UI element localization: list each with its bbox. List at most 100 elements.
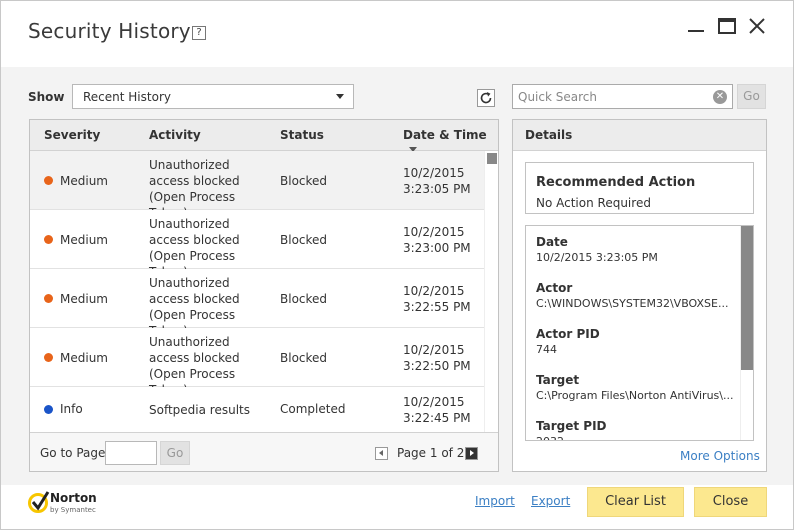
chevron-down-icon <box>336 94 344 99</box>
content-area: Show Recent History Severity Activity St… <box>1 67 793 485</box>
close-icon <box>749 18 765 34</box>
pagination-bar: Go to Page: Go Page 1 of 2 <box>30 432 498 471</box>
security-history-window: Security History ? Show Recent History S… <box>0 0 794 530</box>
datetime-cell: 10/2/2015 3:22:50 PM <box>403 342 471 374</box>
severity-cell: Medium <box>60 233 108 247</box>
details-scrollbar[interactable] <box>740 226 753 440</box>
severity-cell: Medium <box>60 292 108 306</box>
severity-cell: Medium <box>60 174 108 188</box>
show-label: Show <box>28 90 65 104</box>
table-header: Severity Activity Status Date & Time <box>30 120 498 152</box>
severity-medium-icon <box>44 235 53 244</box>
quick-search-box: ✕ <box>512 84 733 109</box>
refresh-button[interactable] <box>477 89 495 107</box>
refresh-icon <box>480 92 492 104</box>
list-scrollbar[interactable] <box>484 151 498 432</box>
datetime-cell: 10/2/2015 3:22:55 PM <box>403 283 471 315</box>
title-bar: Security History ? <box>1 1 793 67</box>
close-button[interactable]: Close <box>694 487 767 517</box>
history-filter-value: Recent History <box>83 90 171 104</box>
column-header-severity[interactable]: Severity <box>44 128 100 142</box>
field-value-target-pid: 2032 <box>536 435 564 440</box>
column-header-status[interactable]: Status <box>280 128 324 142</box>
status-cell: Completed <box>280 402 346 416</box>
date-text: 10/2/2015 <box>403 395 465 409</box>
norton-checkmark-icon <box>28 491 50 513</box>
table-body: Medium Unauthorized access blocked (Open… <box>30 151 484 432</box>
table-row[interactable]: Medium Unauthorized access blocked (Open… <box>30 151 484 220</box>
time-text: 3:22:45 PM <box>403 411 471 425</box>
time-text: 3:22:55 PM <box>403 300 471 314</box>
column-header-activity[interactable]: Activity <box>149 128 201 142</box>
table-row[interactable]: Medium Unauthorized access blocked (Open… <box>30 328 484 397</box>
norton-logo: Norton by Symantec <box>28 488 108 518</box>
field-label-date: Date <box>536 235 568 249</box>
date-text: 10/2/2015 <box>403 284 465 298</box>
brand-subtitle: by Symantec <box>50 506 96 514</box>
history-filter-dropdown[interactable]: Recent History <box>72 84 354 109</box>
table-row[interactable]: Medium Unauthorized access blocked (Open… <box>30 269 484 338</box>
field-label-target: Target <box>536 373 580 387</box>
export-link[interactable]: Export <box>531 494 570 508</box>
clear-search-icon[interactable]: ✕ <box>713 90 727 104</box>
date-text: 10/2/2015 <box>403 225 465 239</box>
time-text: 3:23:05 PM <box>403 182 471 196</box>
goto-page-input[interactable] <box>105 441 157 465</box>
recommended-action-box: Recommended Action No Action Required <box>525 162 754 214</box>
details-scrollbar-thumb[interactable] <box>741 226 753 370</box>
severity-cell: Info <box>60 402 83 416</box>
footer: Norton by Symantec Import Export Clear L… <box>1 485 793 529</box>
page-indicator: Page 1 of 2 <box>397 446 465 460</box>
field-value-date: 10/2/2015 3:23:05 PM <box>536 251 658 264</box>
table-row[interactable]: Info Softpedia results Completed 10/2/20… <box>30 387 484 432</box>
maximize-button[interactable] <box>715 14 739 38</box>
clear-list-button[interactable]: Clear List <box>587 487 684 517</box>
details-panel: Details Recommended Action No Action Req… <box>512 119 767 472</box>
field-value-target: C:\Program Files\Norton AntiVirus\... <box>536 389 734 402</box>
next-page-button[interactable] <box>465 447 478 460</box>
recommended-action-title: Recommended Action <box>536 175 696 190</box>
severity-medium-icon <box>44 176 53 185</box>
import-link[interactable]: Import <box>475 494 515 508</box>
close-window-button[interactable] <box>745 14 769 38</box>
goto-page-go-button[interactable]: Go <box>160 441 190 465</box>
severity-info-icon <box>44 405 53 414</box>
severity-medium-icon <box>44 294 53 303</box>
field-label-actor-pid: Actor PID <box>536 327 600 341</box>
details-fields-box: Date 10/2/2015 3:23:05 PM Actor C:\WINDO… <box>525 225 754 441</box>
field-value-actor: C:\WINDOWS\SYSTEM32\VBOXSE... <box>536 297 729 310</box>
list-scrollbar-thumb[interactable] <box>487 153 497 164</box>
quick-search-input[interactable] <box>518 88 708 105</box>
status-cell: Blocked <box>280 292 328 306</box>
minimize-icon <box>688 30 704 32</box>
datetime-cell: 10/2/2015 3:23:05 PM <box>403 165 471 197</box>
severity-cell: Medium <box>60 351 108 365</box>
datetime-cell: 10/2/2015 3:22:45 PM <box>403 394 471 426</box>
time-text: 3:23:00 PM <box>403 241 471 255</box>
details-title: Details <box>525 128 573 142</box>
details-header: Details <box>513 120 766 151</box>
minimize-button[interactable] <box>684 14 708 38</box>
field-value-actor-pid: 744 <box>536 343 557 356</box>
field-label-actor: Actor <box>536 281 573 295</box>
previous-page-button[interactable] <box>375 447 388 460</box>
more-options-link[interactable]: More Options <box>680 449 760 463</box>
table-row[interactable]: Medium Unauthorized access blocked (Open… <box>30 210 484 279</box>
maximize-icon <box>718 18 736 34</box>
history-list-panel: Severity Activity Status Date & Time Med… <box>29 119 499 472</box>
status-cell: Blocked <box>280 351 328 365</box>
time-text: 3:22:50 PM <box>403 359 471 373</box>
window-title: Security History <box>28 19 191 43</box>
datetime-cell: 10/2/2015 3:23:00 PM <box>403 224 471 256</box>
date-text: 10/2/2015 <box>403 166 465 180</box>
search-go-button[interactable]: Go <box>737 84 766 109</box>
field-label-target-pid: Target PID <box>536 419 607 433</box>
help-button[interactable]: ? <box>192 26 206 40</box>
severity-medium-icon <box>44 353 53 362</box>
column-header-date-time-label: Date & Time <box>403 128 487 142</box>
brand-name: Norton <box>50 491 97 505</box>
status-cell: Blocked <box>280 233 328 247</box>
recommended-action-value: No Action Required <box>536 196 651 210</box>
activity-cell: Softpedia results <box>149 403 250 417</box>
status-cell: Blocked <box>280 174 328 188</box>
